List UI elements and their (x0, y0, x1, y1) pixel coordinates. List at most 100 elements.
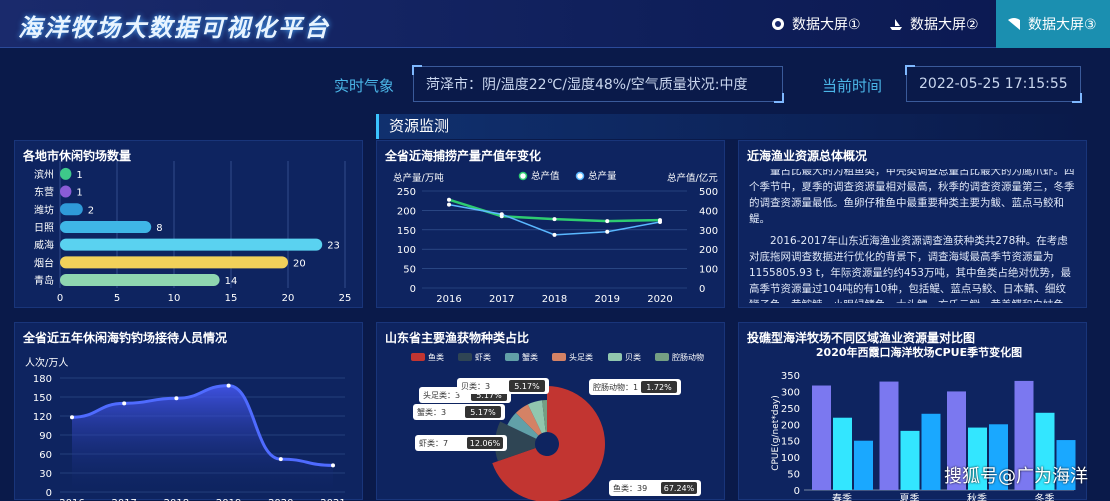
data-point (278, 457, 283, 462)
y-axis-label: CPUE(g/net*day) (771, 395, 781, 471)
cloud-icon (772, 18, 784, 30)
bar (900, 430, 920, 490)
tick-label: 90 (39, 431, 52, 442)
nav-screen-3[interactable]: 数据大屏③ (996, 0, 1110, 48)
page-title: 海洋牧场大数据可视化平台 (18, 14, 330, 42)
data-label: 8 (156, 223, 162, 234)
tick-label: 150 (33, 393, 52, 404)
data-point (499, 212, 504, 217)
hbar-chart: 0 5 10 15 20 25 滨州 1 东营 1 潍坊 2 日照 8 威海 23 烟台 20 青岛 14 (34, 161, 352, 304)
tick-label: 350 (781, 371, 800, 382)
callout-label: 虾类：7 (419, 438, 448, 448)
tick-label: 25 (339, 293, 352, 304)
tick-label: 2018 (542, 294, 567, 305)
callout-label: 蟹类：3 (417, 407, 446, 417)
tick-label: 2016 (436, 294, 461, 305)
time-box: 2022-05-25 17:15:55 (905, 65, 1082, 103)
tick-label: 5 (114, 293, 120, 304)
tick-label: 200 (699, 245, 718, 256)
overview-text: 量占比最大的为粗鱼类，甲壳类调查总量占比最大的为鹰爪虾。四个季节中，夏季的调查资… (749, 169, 1076, 303)
tick-label: 400 (699, 206, 718, 217)
left-axis-unit: 总产量/万吨 (393, 172, 444, 184)
callout-percent: 5.17% (470, 408, 496, 417)
legend-label: 虾类 (475, 352, 491, 362)
tick-label: 250 (781, 404, 800, 415)
paragraph: 量占比最大的为粗鱼类，甲壳类调查总量占比最大的为鹰爪虾。四个季节中，夏季的调查资… (749, 169, 1075, 225)
tick-label: 30 (39, 469, 52, 480)
bar (60, 203, 83, 216)
data-point (122, 401, 127, 406)
tick-label: 15 (225, 293, 238, 304)
data-label: 14 (225, 276, 238, 287)
tick-label: 0 (699, 284, 705, 295)
callout-label: 头足类：3 (423, 390, 460, 400)
tick-label: 120 (33, 412, 52, 423)
legend-value: 总产值 (531, 170, 560, 182)
pie-chart: 鱼类 虾类 蟹类 头足类 贝类 腔肠动物鱼类：39 67.24% 虾类：7 12.06% 蟹类：3… (411, 352, 704, 501)
panel-fishing-sites: 各地市休闲钓场数量 0 5 10 15 20 25 滨州 1 东营 1 潍坊 2 日照 8 威海 23 烟台 20… (14, 140, 363, 308)
legend-swatch (411, 353, 425, 361)
panel-catch-trend: 全省近海捕捞产量产值年变化 总产量/万吨 总产值/亿元 总产值 总产量 0 50 1… (376, 140, 725, 308)
data-label: 1 (76, 170, 82, 181)
tick-label: 250 (397, 187, 416, 198)
callout-label: 腔肠动物：1 (593, 382, 638, 392)
tick-label: 2019 (595, 294, 620, 305)
weather-value: 菏泽市：阴/温度22℃/湿度48%/空气质量状况:中度 (426, 77, 748, 93)
chart-title: 2020年西霞口海洋牧场CPUE季节变化图 (816, 345, 1022, 359)
category-label: 日照 (34, 222, 54, 234)
nav-screen-1[interactable]: 数据大屏① (760, 0, 871, 48)
data-point (447, 202, 451, 207)
legend-label: 头足类 (569, 352, 593, 362)
watermark: 搜狐号@广为海洋 (944, 466, 1088, 487)
legend-swatch (608, 353, 622, 361)
section-header: 资源监测 (376, 114, 1086, 139)
legend-label: 鱼类 (428, 352, 444, 362)
tick-label: 100 (397, 245, 416, 256)
bar (60, 185, 72, 198)
tick-label: 150 (781, 437, 800, 448)
paragraph: 2016-2017年山东近海渔业资源调查渔获种类共278种。在考虑对底拖网调查数… (749, 235, 1075, 303)
data-point (658, 220, 662, 225)
callout-label: 贝类：3 (461, 381, 490, 391)
bar (60, 274, 220, 287)
tick-label: 20 (282, 293, 295, 304)
top-bar: 海洋牧场大数据可视化平台 数据大屏① 数据大屏② 数据大屏③ (0, 0, 1110, 48)
data-point (552, 232, 557, 237)
data-point (174, 396, 179, 401)
tick-label: 60 (39, 450, 52, 461)
tick-label: 180 (33, 374, 52, 385)
data-label: 2 (88, 205, 94, 216)
category-label: 潍坊 (34, 203, 54, 216)
legend-icon (518, 171, 528, 181)
tick-label: 0 (794, 486, 800, 497)
tick-label: 2017 (489, 294, 514, 305)
panel-visitors: 全省近五年休闲海钓钓场接待人员情况 人次/万人 0 30 60 90 120 150 180… (14, 322, 363, 501)
bar (60, 256, 288, 269)
tick-label: 2020 (647, 294, 672, 305)
tick-label: 150 (397, 226, 416, 237)
callout-percent: 5.17% (514, 382, 540, 391)
tick-label: 300 (781, 387, 800, 398)
category-label: 威海 (34, 239, 54, 252)
category-label: 烟台 (34, 256, 54, 269)
tick-label: 50 (403, 265, 416, 276)
wave-icon (1008, 18, 1020, 30)
tick-label: 500 (699, 187, 718, 198)
bar (854, 440, 873, 490)
callout-percent: 1.72% (646, 383, 672, 392)
tick-label: 0 (57, 293, 63, 304)
y-axis-label: 人次/万人 (25, 356, 68, 369)
tick-label: 0 (46, 488, 52, 499)
nav-screen-2[interactable]: 数据大屏② (878, 0, 989, 48)
callout-label: 鱼类：39 (613, 483, 647, 493)
category-label: 东营 (34, 186, 54, 199)
tick-label: 10 (168, 293, 181, 304)
tick-label: 100 (781, 453, 800, 464)
data-point (605, 219, 610, 224)
data-point (447, 197, 451, 202)
legend-label: 蟹类 (522, 352, 538, 362)
data-label: 1 (76, 188, 82, 199)
area-chart: 人次/万人 0306090120150180201620172018201920… (25, 356, 346, 501)
tick-label: 200 (781, 420, 800, 431)
category-label: 滨州 (34, 168, 54, 181)
